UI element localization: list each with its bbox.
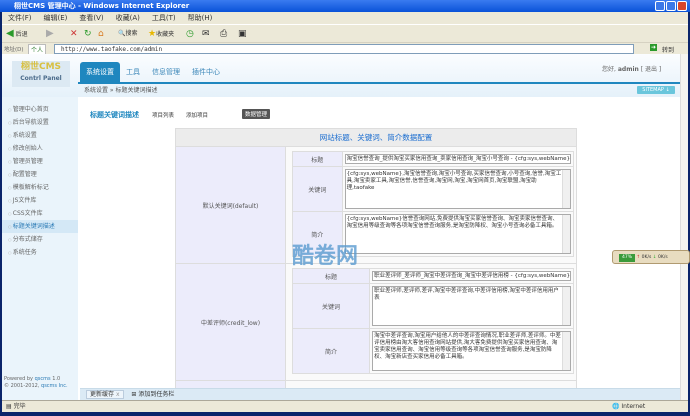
sitemap-button[interactable]: SITEMAP ↓ xyxy=(637,86,675,94)
tab-plugin-center[interactable]: 插件中心 xyxy=(186,62,226,82)
star-icon: ★ xyxy=(148,29,157,39)
breadcrumb: 系统设置 » 标题关键词描述 xyxy=(84,87,158,94)
sidebar-item-config-management[interactable]: 配置管理 xyxy=(2,168,78,181)
sidebar-item-js-library[interactable]: JS文件库 xyxy=(2,194,78,207)
forward-button[interactable]: ▶ xyxy=(46,28,54,40)
logout-link[interactable]: [ 退出 ] xyxy=(641,66,662,73)
watermark-logo: 酷卷网 xyxy=(292,244,359,269)
maximize-button[interactable] xyxy=(666,1,676,11)
refresh-icon[interactable]: ↻ xyxy=(84,28,92,40)
sidebar-item-admin-home[interactable]: 管理中心首页 xyxy=(2,103,78,116)
table-heading: 网站标题、关键词、简介数据配置 xyxy=(176,129,576,146)
favorites-button[interactable]: ★收藏夹 xyxy=(148,28,174,40)
sidebar-item-css-library[interactable]: CSS文件库 xyxy=(2,207,78,220)
tab-system-settings[interactable]: 系统设置 xyxy=(80,62,120,82)
sidebar-item-distributed-storage[interactable]: 分布式储存 xyxy=(2,233,78,246)
data-management-button[interactable]: 数据管理 xyxy=(242,109,271,119)
network-monitor-widget: 47% ↑ 0K/s ↓ 0K/s xyxy=(612,250,690,264)
sidebar-item-system-settings[interactable]: 系统设置 xyxy=(2,129,78,142)
logo: 栩世CMS Contrl Panel xyxy=(12,61,70,87)
close-icon[interactable]: x xyxy=(116,391,120,398)
search-button[interactable]: 🔍搜索 xyxy=(118,28,138,40)
keywords-label: 关键词 xyxy=(291,283,371,329)
title-input[interactable]: 淘宝信誉查询_提供淘宝买家信用查询_卖家信用查询_淘宝小号查询 - {cfg:s… xyxy=(344,154,571,164)
menu-view[interactable]: 查看(V) xyxy=(79,14,103,22)
status-text: 完毕 xyxy=(13,403,26,410)
user-greeting: 您好, admin [ 退出 ] xyxy=(602,66,662,73)
menu-tools[interactable]: 工具(T) xyxy=(152,14,176,22)
print-icon[interactable]: ⎙ xyxy=(220,28,227,40)
go-icon[interactable]: ➜ xyxy=(650,44,658,51)
history-icon[interactable]: ◷ xyxy=(186,28,194,40)
tab-info-management[interactable]: 信息管理 xyxy=(146,62,186,82)
page-icon: ▤ xyxy=(6,403,12,410)
intro-textarea[interactable]: {cfg:sys,webName}信誉查询网站,免费提供淘宝买家信誉查询、淘宝卖… xyxy=(344,214,571,254)
keywords-textarea[interactable]: {cfg:sys,webName},淘宝信誉查询,淘宝小号查询,买家信誉查询,小… xyxy=(344,169,571,209)
url-input[interactable]: http://www.taofake.com/admin xyxy=(54,44,634,54)
page-title: 标题关键词描述 xyxy=(90,111,139,119)
intro-textarea[interactable]: 淘宝中差评查询,淘宝用户给他人的中差评查询情况,职业差评师,差评师。中差评信用榜… xyxy=(372,331,571,371)
edit-icon[interactable]: ▣ xyxy=(238,28,247,40)
qscms-link[interactable]: qscms xyxy=(35,376,51,382)
address-bar: 地址(D) 个人 http://www.taofake.com/admin ➜ … xyxy=(2,42,688,55)
menu-favorites[interactable]: 收藏(A) xyxy=(116,14,140,22)
title-label: 标题 xyxy=(291,268,371,284)
back-button[interactable]: ◀ 后退 xyxy=(6,28,28,40)
page-header: 栩世CMS Contrl Panel 系统设置 工具 信息管理 插件中心 您好, … xyxy=(2,54,680,97)
internet-zone: 🌐 Internet xyxy=(612,403,646,410)
menu-help[interactable]: 帮助(H) xyxy=(188,14,213,22)
download-icon: ↓ xyxy=(652,255,657,260)
keywords-label: 关键词 xyxy=(292,166,343,212)
top-tabs: 系统设置 工具 信息管理 插件中心 xyxy=(80,62,226,82)
sidebar-item-admin-management[interactable]: 管理员管理 xyxy=(2,155,78,168)
sidebar-item-system-tasks[interactable]: 系统任务 xyxy=(2,246,78,259)
upload-icon: ↑ xyxy=(636,255,641,260)
vertical-scrollbar[interactable] xyxy=(680,54,688,400)
powered-by: Powered by qscms 1.0 © 2001-2012, qscms … xyxy=(4,376,68,389)
config-section: 中差评师(credit_low) 标题 职业差评师_差评师_淘宝中差评查询_淘宝中… xyxy=(176,263,576,380)
sidebar-item-nav-settings[interactable]: 后台导航设置 xyxy=(2,116,78,129)
keywords-textarea[interactable]: 职业差评师,差评师,差评,淘宝中差评查询,中差评信用榜,淘宝中差评信用用户表 xyxy=(372,286,571,326)
sidebar-item-template-tags[interactable]: 模板解析标记 xyxy=(2,181,78,194)
go-button[interactable]: 转到 xyxy=(662,45,674,54)
menu-file[interactable]: 文件(F) xyxy=(8,14,32,22)
close-button[interactable] xyxy=(677,1,687,11)
update-cache-tab[interactable]: 更新缓存 x xyxy=(86,390,124,399)
home-icon[interactable]: ⌂ xyxy=(98,28,104,40)
page-viewport: 栩世CMS Contrl Panel 系统设置 工具 信息管理 插件中心 您好, … xyxy=(2,54,680,400)
address-label: 地址(D) xyxy=(4,47,24,53)
bottom-taskbar: 更新缓存 x ⊞ 添加到任务栏 xyxy=(80,388,680,400)
sidebar-item-modify-founder[interactable]: 修改创始人 xyxy=(2,142,78,155)
title-label: 标题 xyxy=(292,151,343,167)
config-section: 默认关键词(default) 标题 淘宝信誉查询_提供淘宝买家信用查询_卖家信用查… xyxy=(176,146,576,263)
stop-icon[interactable]: ✕ xyxy=(70,28,78,40)
intro-label: 简介 xyxy=(291,328,371,374)
tab-tools[interactable]: 工具 xyxy=(120,62,146,82)
cpu-meter: 47% xyxy=(619,254,636,262)
mail-icon[interactable]: ✉ xyxy=(202,28,210,40)
sidebar: 管理中心首页 后台导航设置 系统设置 修改创始人 管理员管理 配置管理 模板解析… xyxy=(2,97,78,400)
add-project-link[interactable]: 添加项目 xyxy=(186,111,208,119)
section-label: 默认关键词(default) xyxy=(176,147,286,263)
section-label: 中差评师(credit_low) xyxy=(176,264,286,380)
nav-divider xyxy=(78,82,680,84)
menu-bar: 文件(F) 编辑(E) 查看(V) 收藏(A) 工具(T) 帮助(H) xyxy=(2,12,688,24)
back-icon: ◀ xyxy=(6,28,14,39)
config-table: 网站标题、关键词、简介数据配置 默认关键词(default) 标题 淘宝信誉查询_… xyxy=(175,128,577,391)
menu-edit[interactable]: 编辑(E) xyxy=(44,14,68,22)
window-title: 栩世CMS 管理中心 - Windows Internet Explorer xyxy=(0,0,690,12)
sidebar-item-title-keywords[interactable]: 标题关键词描述 xyxy=(2,220,78,233)
status-bar: ▤ 完毕 🌐 Internet xyxy=(2,400,688,412)
minimize-button[interactable] xyxy=(655,1,665,11)
title-input[interactable]: 职业差评师_差评师_淘宝中差评查询_淘宝中差评信用榜 - {cfg:sys,we… xyxy=(372,271,571,281)
project-list-link[interactable]: 项目列表 xyxy=(152,111,174,119)
ie-toolbar: ◀ 后退 ▶ ✕ ↻ ⌂ 🔍搜索 ★收藏夹 ◷ ✉ ⎙ ▣ xyxy=(2,24,688,42)
company-link[interactable]: qscms Inc. xyxy=(41,383,68,389)
add-to-taskbar-button[interactable]: ⊞ 添加到任务栏 xyxy=(131,391,174,398)
